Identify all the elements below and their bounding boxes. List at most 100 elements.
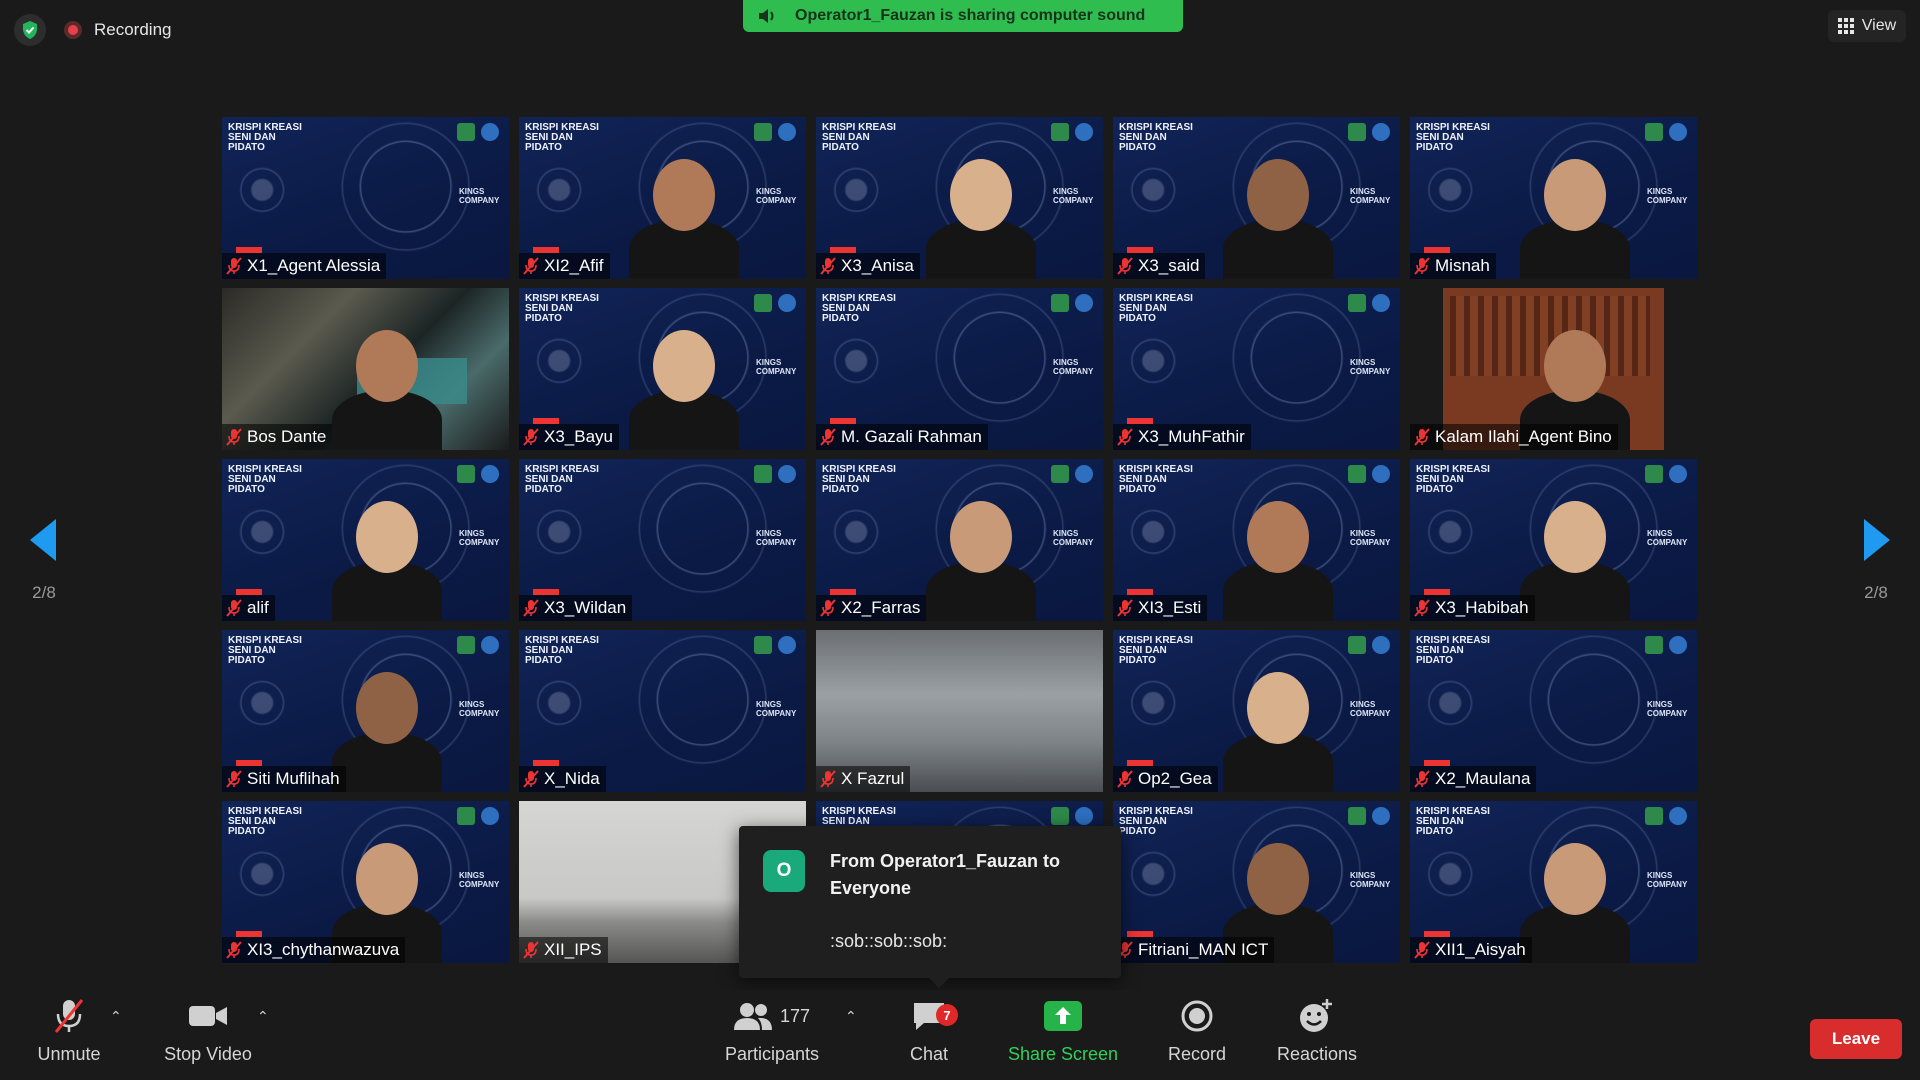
participant-silhouette — [1520, 501, 1630, 621]
participant-video-tile[interactable]: KRISPI KREASI SENI DAN PIDATO KINGS COMPA… — [1113, 801, 1400, 963]
participant-video-tile[interactable]: KRISPI KREASI SENI DAN PIDATO KINGS COMPA… — [519, 459, 806, 621]
record-button[interactable]: Record — [1164, 990, 1230, 1080]
participants-options-caret-icon[interactable]: ⌃ — [845, 1008, 861, 1024]
participant-video-tile[interactable]: KRISPI KREASI SENI DAN PIDATO KINGS COMPA… — [1410, 459, 1697, 621]
participant-video-tile[interactable]: KRISPI KREASI SENI DAN PIDATO KINGS COMPA… — [816, 117, 1103, 279]
participant-video-tile[interactable]: KRISPI KREASI SENI DAN PIDATO KINGS COMPA… — [1410, 117, 1697, 279]
event-banner-text: KRISPI KREASI SENI DAN PIDATO — [228, 122, 302, 153]
meeting-toolbar: Unmute ⌃ Stop Video ⌃ 177 Participants ⌃… — [0, 990, 1920, 1080]
participants-button[interactable]: 177 Participants — [720, 990, 824, 1080]
participant-video-tile[interactable]: KRISPI KREASI SENI DAN PIDATO KINGS COMPA… — [1113, 630, 1400, 792]
muted-mic-icon — [820, 257, 836, 275]
muted-mic-icon — [820, 428, 836, 446]
sponsor-logo — [1075, 123, 1093, 141]
participant-name-label: Fitriani_MAN ICT — [1113, 937, 1275, 963]
company-banner-text: KINGS COMPANY — [1053, 187, 1094, 205]
participant-name: M. Gazali Rahman — [841, 427, 982, 446]
view-button[interactable]: View — [1828, 10, 1906, 42]
sponsor-logo — [1372, 123, 1390, 141]
sponsor-logo — [1075, 465, 1093, 483]
muted-mic-icon — [1414, 941, 1430, 959]
participant-name-label: M. Gazali Rahman — [816, 424, 988, 450]
participant-video-tile[interactable]: KRISPI KREASI SENI DAN PIDATO KINGS COMPA… — [1113, 288, 1400, 450]
sponsor-logo — [1051, 123, 1069, 141]
participant-silhouette — [1520, 843, 1630, 963]
video-camera-icon — [189, 990, 227, 1042]
participant-name: Op2_Gea — [1138, 769, 1212, 788]
sponsor-logo — [1051, 807, 1069, 825]
chat-message: :sob::sob::sob: — [830, 931, 948, 951]
participant-name: XII_IPS — [544, 940, 602, 959]
participant-name: X3_Wildan — [544, 598, 627, 617]
muted-mic-icon — [820, 599, 836, 617]
security-shield-icon[interactable] — [14, 14, 46, 46]
sponsor-logo — [481, 123, 499, 141]
next-page-arrow-icon[interactable] — [1846, 515, 1906, 565]
participant-video-tile[interactable]: KRISPI KREASI SENI DAN PIDATO KINGS COMPA… — [519, 117, 806, 279]
sponsor-logo — [1645, 636, 1663, 654]
participant-video-tile[interactable]: KRISPI KREASI SENI DAN PIDATO KINGS COMPA… — [1410, 630, 1697, 792]
sponsor-logo — [1348, 294, 1366, 312]
participant-video-tile[interactable]: KRISPI KREASI SENI DAN PIDATO KINGS COMPA… — [222, 459, 509, 621]
participant-silhouette — [926, 501, 1036, 621]
reactions-button[interactable]: Reactions — [1274, 990, 1360, 1080]
company-banner-text: KINGS COMPANY — [1053, 358, 1094, 376]
participant-video-tile[interactable]: KRISPI KREASI SENI DAN PIDATO KINGS COMPA… — [816, 288, 1103, 450]
participant-video-tile[interactable]: KRISPI KREASI SENI DAN PIDATO KINGS COMPA… — [222, 117, 509, 279]
grid-view-icon — [1837, 18, 1854, 34]
participant-name-label: X3_Anisa — [816, 253, 920, 279]
previous-page-arrow-icon[interactable] — [14, 515, 74, 565]
participant-name: Fitriani_MAN ICT — [1138, 940, 1269, 959]
sponsor-logo — [1645, 123, 1663, 141]
company-banner-text: KINGS COMPANY — [1350, 529, 1391, 547]
participants-icon-group: 177 — [733, 990, 810, 1042]
participant-name: X2_Maulana — [1435, 769, 1531, 788]
company-banner-text: KINGS COMPANY — [1350, 358, 1391, 376]
muted-mic-icon — [523, 770, 539, 788]
participant-video-tile[interactable]: KRISPI KREASI SENI DAN PIDATO KINGS COMPA… — [222, 630, 509, 792]
participant-name: XI3_chythanwazuva — [247, 940, 400, 959]
participant-video-tile[interactable]: X Fazrul — [816, 630, 1103, 792]
sharing-sound-banner[interactable]: Operator1_Fauzan is sharing computer sou… — [743, 0, 1183, 32]
sponsor-logo — [1051, 465, 1069, 483]
participant-video-tile[interactable]: Bos Dante — [222, 288, 509, 450]
video-options-caret-icon[interactable]: ⌃ — [257, 1008, 273, 1024]
unmute-button[interactable]: Unmute — [28, 990, 110, 1080]
company-banner-text: KINGS COMPANY — [756, 187, 797, 205]
event-banner-text: KRISPI KREASI SENI DAN PIDATO — [1416, 122, 1490, 153]
sponsor-logo — [1348, 807, 1366, 825]
chat-unread-badge: 7 — [936, 1004, 958, 1026]
participant-silhouette — [629, 330, 739, 450]
chat-button[interactable]: 7 Chat — [898, 990, 960, 1080]
leave-button[interactable]: Leave — [1810, 1019, 1902, 1059]
recording-indicator[interactable]: Recording — [64, 16, 172, 44]
sponsor-logo — [457, 123, 475, 141]
event-banner-text: KRISPI KREASI SENI DAN PIDATO — [1416, 806, 1490, 837]
participant-name: XI3_Esti — [1138, 598, 1202, 617]
participant-name-label: alif — [222, 595, 275, 621]
audio-options-caret-icon[interactable]: ⌃ — [110, 1008, 126, 1024]
event-banner-text: KRISPI KREASI SENI DAN PIDATO — [1416, 464, 1490, 495]
participant-video-tile[interactable]: KRISPI KREASI SENI DAN PIDATO KINGS COMPA… — [519, 630, 806, 792]
stop-video-button[interactable]: Stop Video — [160, 990, 256, 1080]
participant-name: X3_MuhFathir — [1138, 427, 1245, 446]
participant-name: XII1_Aisyah — [1435, 940, 1526, 959]
participant-video-tile[interactable]: Kalam Ilahi_Agent Bino — [1410, 288, 1697, 450]
company-banner-text: KINGS COMPANY — [459, 700, 500, 718]
chat-notification-popup[interactable]: O From Operator1_Fauzan to Everyone :sob… — [739, 826, 1121, 988]
company-banner-text: KINGS COMPANY — [1647, 871, 1688, 889]
event-banner-text: KRISPI KREASI SENI DAN PIDATO — [525, 293, 599, 324]
participant-video-tile[interactable]: KRISPI KREASI SENI DAN PIDATO KINGS COMPA… — [816, 459, 1103, 621]
muted-mic-icon — [523, 428, 539, 446]
participant-video-tile[interactable]: KRISPI KREASI SENI DAN PIDATO KINGS COMPA… — [1113, 117, 1400, 279]
sponsor-logo — [1669, 123, 1687, 141]
participant-video-tile[interactable]: KRISPI KREASI SENI DAN PIDATO KINGS COMPA… — [1410, 801, 1697, 963]
share-screen-button[interactable]: Share Screen — [1004, 990, 1122, 1080]
participant-name: X2_Farras — [841, 598, 921, 617]
muted-mic-icon — [1414, 257, 1430, 275]
participant-silhouette — [332, 330, 442, 450]
event-banner-text: KRISPI KREASI SENI DAN PIDATO — [1119, 806, 1193, 837]
participant-video-tile[interactable]: KRISPI KREASI SENI DAN PIDATO KINGS COMPA… — [222, 801, 509, 963]
participant-video-tile[interactable]: KRISPI KREASI SENI DAN PIDATO KINGS COMPA… — [1113, 459, 1400, 621]
participant-video-tile[interactable]: KRISPI KREASI SENI DAN PIDATO KINGS COMPA… — [519, 288, 806, 450]
